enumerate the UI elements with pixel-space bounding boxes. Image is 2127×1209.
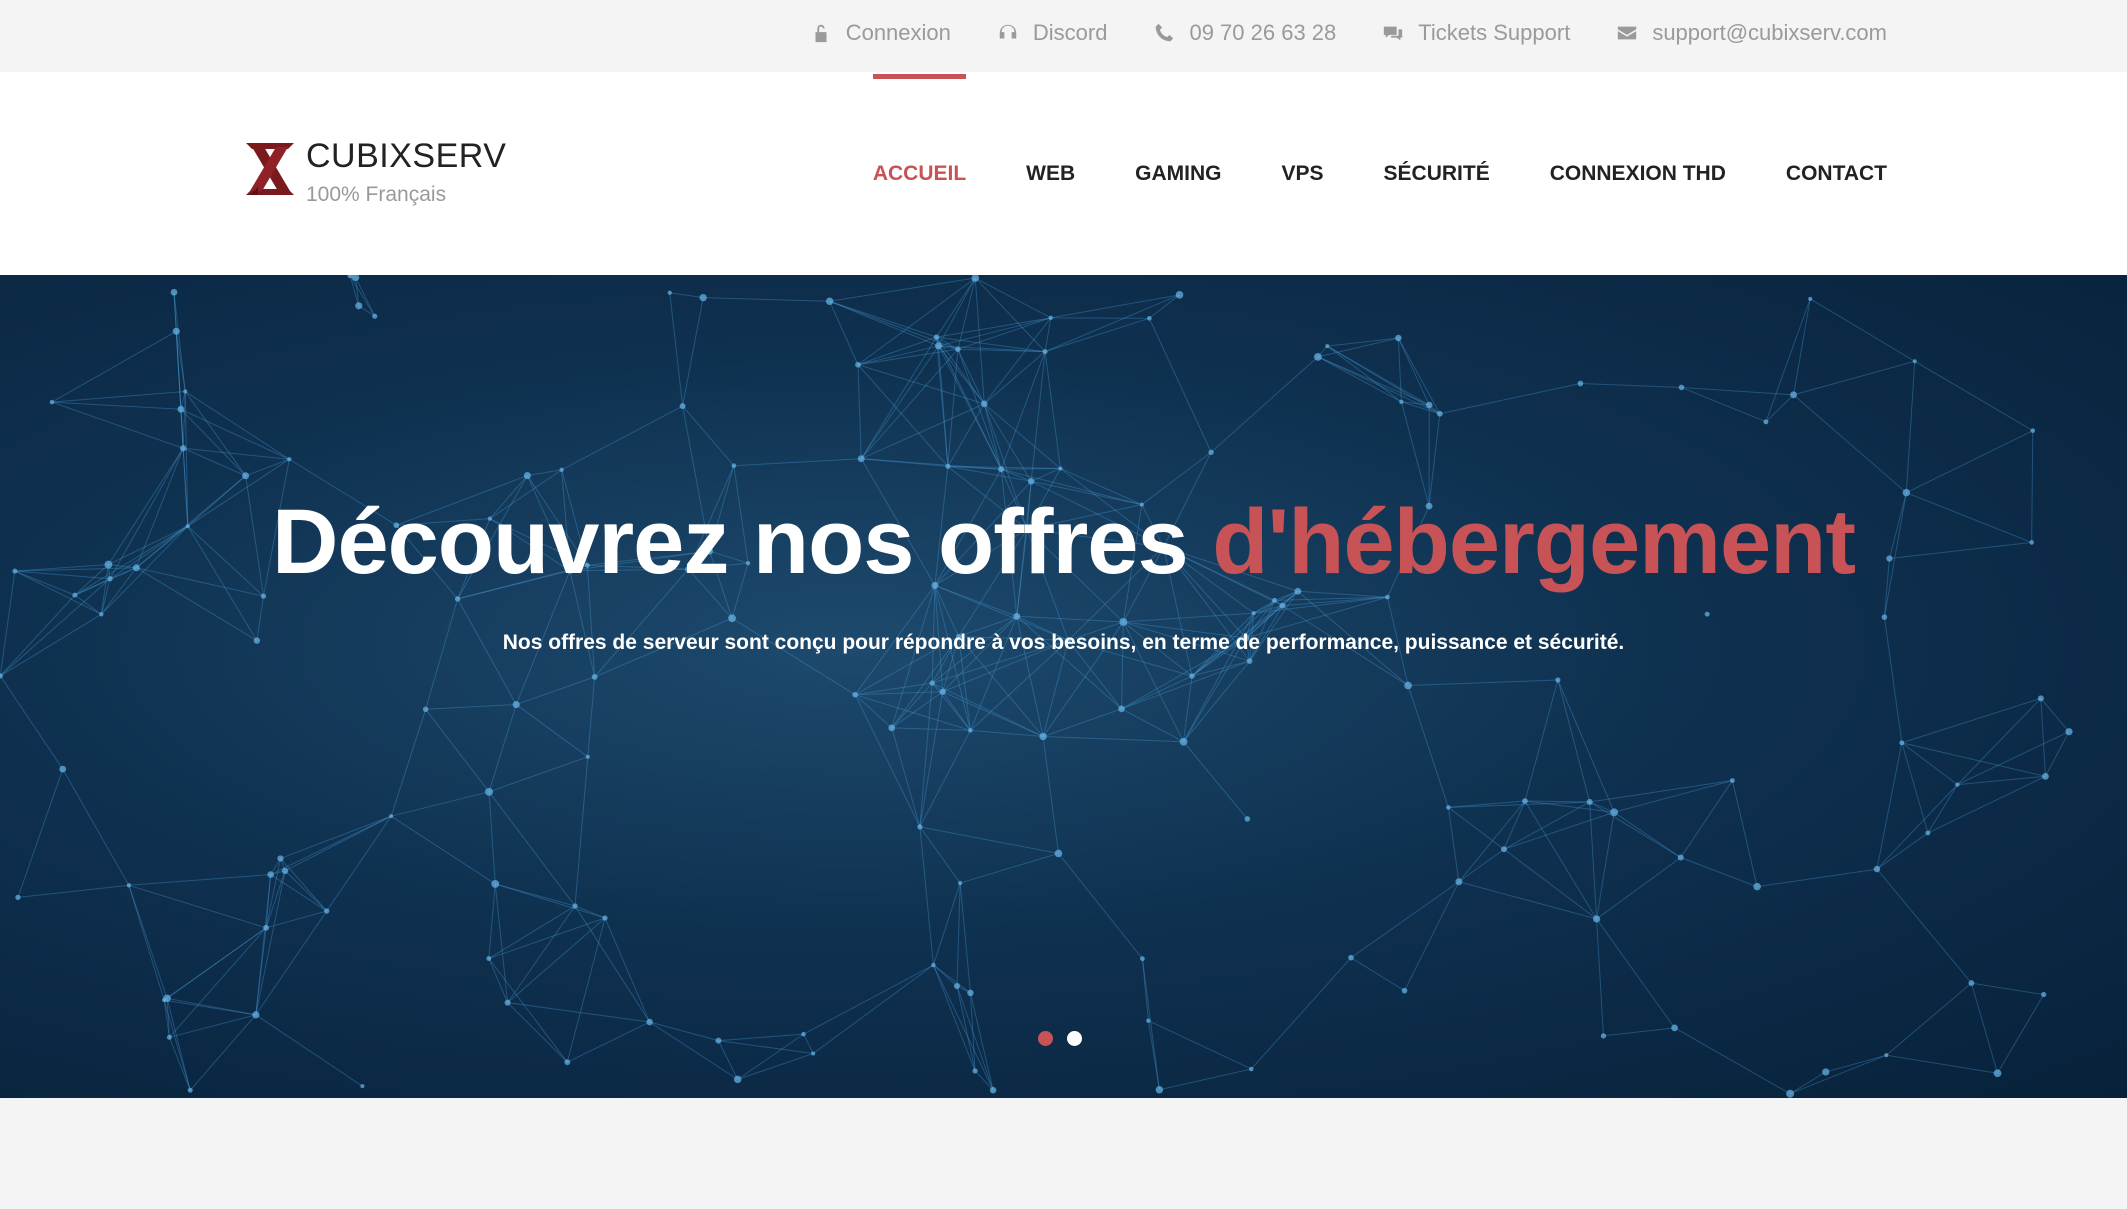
nav-item-vps[interactable]: VPS: [1282, 162, 1324, 186]
hero-title-accent: d'hébergement: [1212, 491, 1856, 593]
brand-name: CUBIXSERV: [306, 137, 507, 175]
nav-item-securite[interactable]: SÉCURITÉ: [1384, 162, 1490, 186]
nav-item-gaming[interactable]: GAMING: [1135, 162, 1221, 186]
site-header: CUBIXSERV 100% Français ACCUEIL WEB GAMI…: [0, 72, 2127, 275]
headset-icon: [999, 24, 1017, 39]
nav-item-contact[interactable]: CONTACT: [1786, 162, 1887, 186]
tickets-support-label: Tickets Support: [1418, 20, 1571, 45]
hero-slider: Découvrez nos offres d'hébergement Nos o…: [0, 275, 2127, 1098]
login-link[interactable]: Connexion: [810, 20, 951, 46]
hero-title: Découvrez nos offres d'hébergement: [0, 490, 2127, 595]
top-info-bar: Connexion Discord 09 70 26 63 28 Tickets…: [0, 0, 2127, 72]
phone-label: 09 70 26 63 28: [1189, 20, 1337, 45]
phone-icon: [1156, 23, 1174, 42]
brand-logo[interactable]: CUBIXSERV 100% Français: [242, 137, 506, 207]
slider-pagination: [1038, 1031, 1082, 1046]
phone-link[interactable]: 09 70 26 63 28: [1153, 20, 1336, 46]
brand-tagline: 100% Français: [306, 183, 447, 206]
slider-dot-1[interactable]: [1038, 1031, 1053, 1046]
discord-label: Discord: [1032, 20, 1108, 45]
nav-item-connexion-thd[interactable]: CONNEXION THD: [1550, 162, 1726, 186]
email-label: support@cubixserv.com: [1652, 20, 1887, 45]
chat-icon: [1384, 26, 1403, 41]
cubixserv-logo-icon: [246, 143, 294, 195]
slider-dot-2[interactable]: [1067, 1031, 1082, 1046]
nav-item-accueil[interactable]: ACCUEIL: [872, 73, 967, 186]
hero-title-main: Découvrez nos offres: [272, 491, 1213, 593]
hero-subtitle: Nos offres de serveur sont conçu pour ré…: [502, 631, 1625, 654]
unlock-icon: [815, 24, 827, 43]
discord-link[interactable]: Discord: [997, 20, 1108, 46]
envelope-icon: [1618, 26, 1637, 40]
network-background-image: [0, 275, 2073, 1098]
page-content-area: [0, 1098, 2127, 1209]
nav-item-web[interactable]: WEB: [1026, 162, 1075, 186]
email-link[interactable]: support@cubixserv.com: [1616, 20, 1887, 46]
login-label: Connexion: [845, 20, 951, 45]
main-nav: ACCUEIL WEB GAMING VPS SÉCURITÉ CONNEXIO…: [872, 72, 1887, 275]
tickets-support-link[interactable]: Tickets Support: [1382, 20, 1570, 46]
